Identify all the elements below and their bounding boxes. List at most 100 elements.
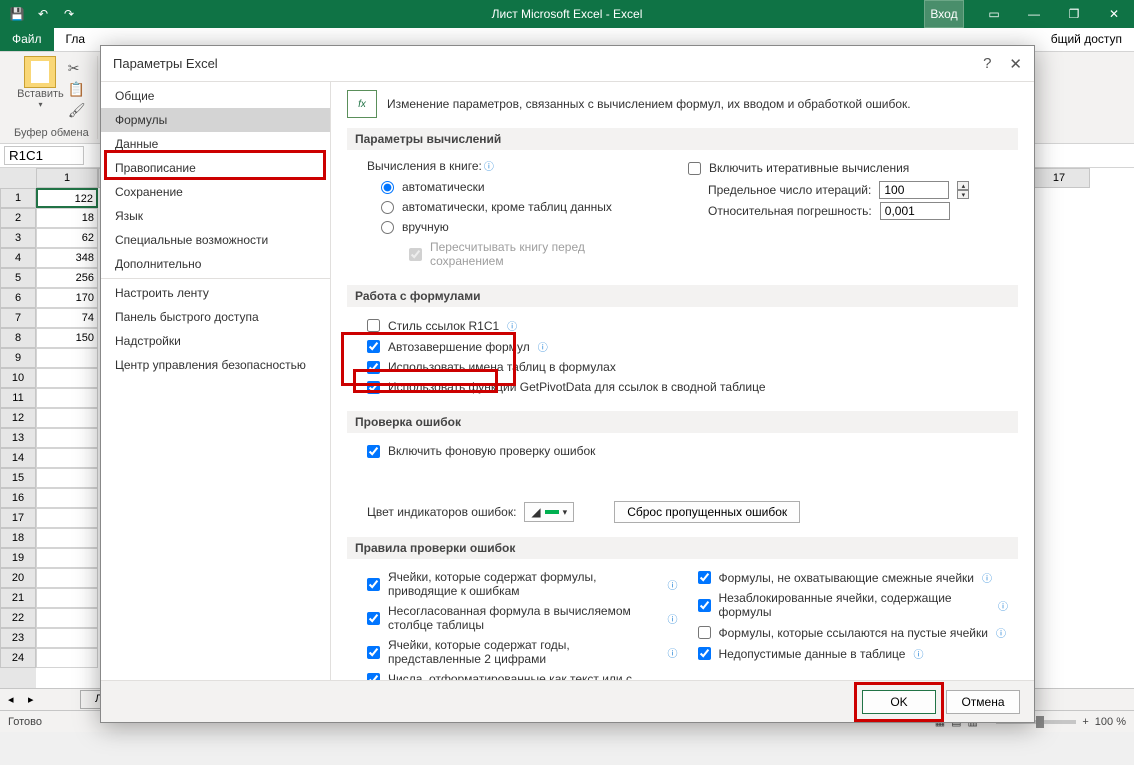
redo-icon[interactable]: ↷ (58, 3, 80, 25)
rule8-checkbox[interactable] (698, 647, 711, 660)
cell[interactable]: 122 (36, 188, 98, 208)
cell[interactable] (36, 468, 98, 488)
zoom-in-icon[interactable]: + (1082, 716, 1088, 728)
row-header[interactable]: 2 (0, 208, 36, 228)
row-header[interactable]: 8 (0, 328, 36, 348)
spinner-up-icon[interactable]: ▴ (957, 181, 969, 190)
sidebar-item[interactable]: Надстройки (101, 329, 330, 353)
row-header[interactable]: 15 (0, 468, 36, 488)
minimize-icon[interactable]: ― (1014, 0, 1054, 28)
info-icon[interactable]: ⓘ (668, 645, 678, 660)
name-box[interactable] (4, 146, 84, 165)
maximize-icon[interactable]: ❐ (1054, 0, 1094, 28)
sheet-nav-last-icon[interactable]: ▸ (28, 693, 34, 706)
sidebar-item[interactable]: Дополнительно (101, 252, 330, 276)
getpivot-checkbox[interactable] (367, 381, 380, 394)
row-header[interactable]: 23 (0, 628, 36, 648)
row-header[interactable]: 20 (0, 568, 36, 588)
row-header[interactable]: 5 (0, 268, 36, 288)
row-header[interactable]: 14 (0, 448, 36, 468)
tablenames-checkbox[interactable] (367, 361, 380, 374)
sidebar-item[interactable]: Специальные возможности (101, 228, 330, 252)
cancel-button[interactable]: Отмена (946, 690, 1020, 714)
zoom-level[interactable]: 100 % (1095, 716, 1126, 728)
max-iter-input[interactable] (879, 181, 949, 199)
sidebar-item[interactable]: Правописание (101, 156, 330, 180)
col-header[interactable]: 1 (36, 168, 98, 188)
rule3-checkbox[interactable] (367, 646, 380, 659)
cell[interactable] (36, 408, 98, 428)
tab-home[interactable]: Гла (54, 28, 98, 51)
sidebar-item[interactable]: Панель быстрого доступа (101, 305, 330, 329)
row-header[interactable]: 1 (0, 188, 36, 208)
iterative-calc-checkbox[interactable] (688, 162, 701, 175)
ok-button[interactable]: OK (862, 690, 936, 714)
close-icon[interactable]: ✕ (1094, 0, 1134, 28)
ribbon-opts-icon[interactable]: ▭ (974, 0, 1014, 28)
cell[interactable] (36, 448, 98, 468)
row-header[interactable]: 13 (0, 428, 36, 448)
row-header[interactable]: 22 (0, 608, 36, 628)
copy-icon[interactable]: 📋 (68, 81, 86, 98)
rule4-checkbox[interactable] (367, 673, 380, 681)
row-header[interactable]: 12 (0, 408, 36, 428)
row-header[interactable]: 4 (0, 248, 36, 268)
cell[interactable] (36, 648, 98, 668)
max-change-input[interactable] (880, 202, 950, 220)
row-header[interactable]: 16 (0, 488, 36, 508)
dialog-close-icon[interactable]: ✕ (1009, 55, 1022, 73)
cell[interactable]: 62 (36, 228, 98, 248)
save-icon[interactable]: 💾 (6, 3, 28, 25)
rule2-checkbox[interactable] (367, 612, 380, 625)
r1c1-checkbox[interactable] (367, 319, 380, 332)
info-icon[interactable]: ⓘ (668, 577, 678, 592)
rule5-checkbox[interactable] (698, 571, 711, 584)
cell[interactable] (36, 508, 98, 528)
row-header[interactable]: 17 (0, 508, 36, 528)
info-icon[interactable]: ⓘ (507, 318, 517, 333)
info-icon[interactable]: ⓘ (998, 598, 1008, 613)
share-button[interactable]: бщий доступ (1039, 28, 1134, 51)
row-header[interactable]: 24 (0, 648, 36, 668)
row-header[interactable]: 10 (0, 368, 36, 388)
cell[interactable] (36, 588, 98, 608)
rule1-checkbox[interactable] (367, 578, 380, 591)
sheet-nav-first-icon[interactable]: ◂ (8, 693, 14, 706)
info-icon[interactable]: ⓘ (982, 570, 992, 585)
info-icon[interactable]: ⓘ (668, 611, 678, 626)
sidebar-item[interactable]: Центр управления безопасностью (101, 353, 330, 377)
info-icon[interactable]: ⓘ (484, 162, 494, 173)
cell[interactable] (36, 568, 98, 588)
calc-auto-except-radio[interactable] (381, 201, 394, 214)
row-header[interactable]: 21 (0, 588, 36, 608)
cell[interactable]: 348 (36, 248, 98, 268)
cell[interactable]: 18 (36, 208, 98, 228)
row-header[interactable]: 19 (0, 548, 36, 568)
cut-icon[interactable]: ✂ (68, 60, 86, 77)
sidebar-item[interactable]: Данные (101, 132, 330, 156)
error-color-picker[interactable]: ◢▾ (524, 502, 574, 522)
cell[interactable] (36, 528, 98, 548)
cell[interactable]: 256 (36, 268, 98, 288)
calc-auto-radio[interactable] (381, 181, 394, 194)
cell[interactable] (36, 628, 98, 648)
row-header[interactable]: 18 (0, 528, 36, 548)
col-header[interactable]: 17 (1028, 168, 1090, 188)
format-painter-icon[interactable]: 🖌 (68, 102, 86, 119)
spinner-down-icon[interactable]: ▾ (957, 190, 969, 199)
cell[interactable]: 170 (36, 288, 98, 308)
login-button[interactable]: Вход (924, 0, 964, 28)
sidebar-item[interactable]: Язык (101, 204, 330, 228)
row-header[interactable]: 9 (0, 348, 36, 368)
rule6-checkbox[interactable] (698, 599, 711, 612)
cell[interactable] (36, 488, 98, 508)
reset-ignored-errors-button[interactable]: Сброс пропущенных ошибок (614, 501, 800, 523)
cell[interactable] (36, 608, 98, 628)
row-header[interactable]: 11 (0, 388, 36, 408)
info-icon[interactable]: ⓘ (538, 339, 548, 354)
cell[interactable]: 150 (36, 328, 98, 348)
cell[interactable] (36, 548, 98, 568)
cell[interactable] (36, 428, 98, 448)
sidebar-item[interactable]: Формулы (101, 108, 330, 132)
cell[interactable] (36, 348, 98, 368)
